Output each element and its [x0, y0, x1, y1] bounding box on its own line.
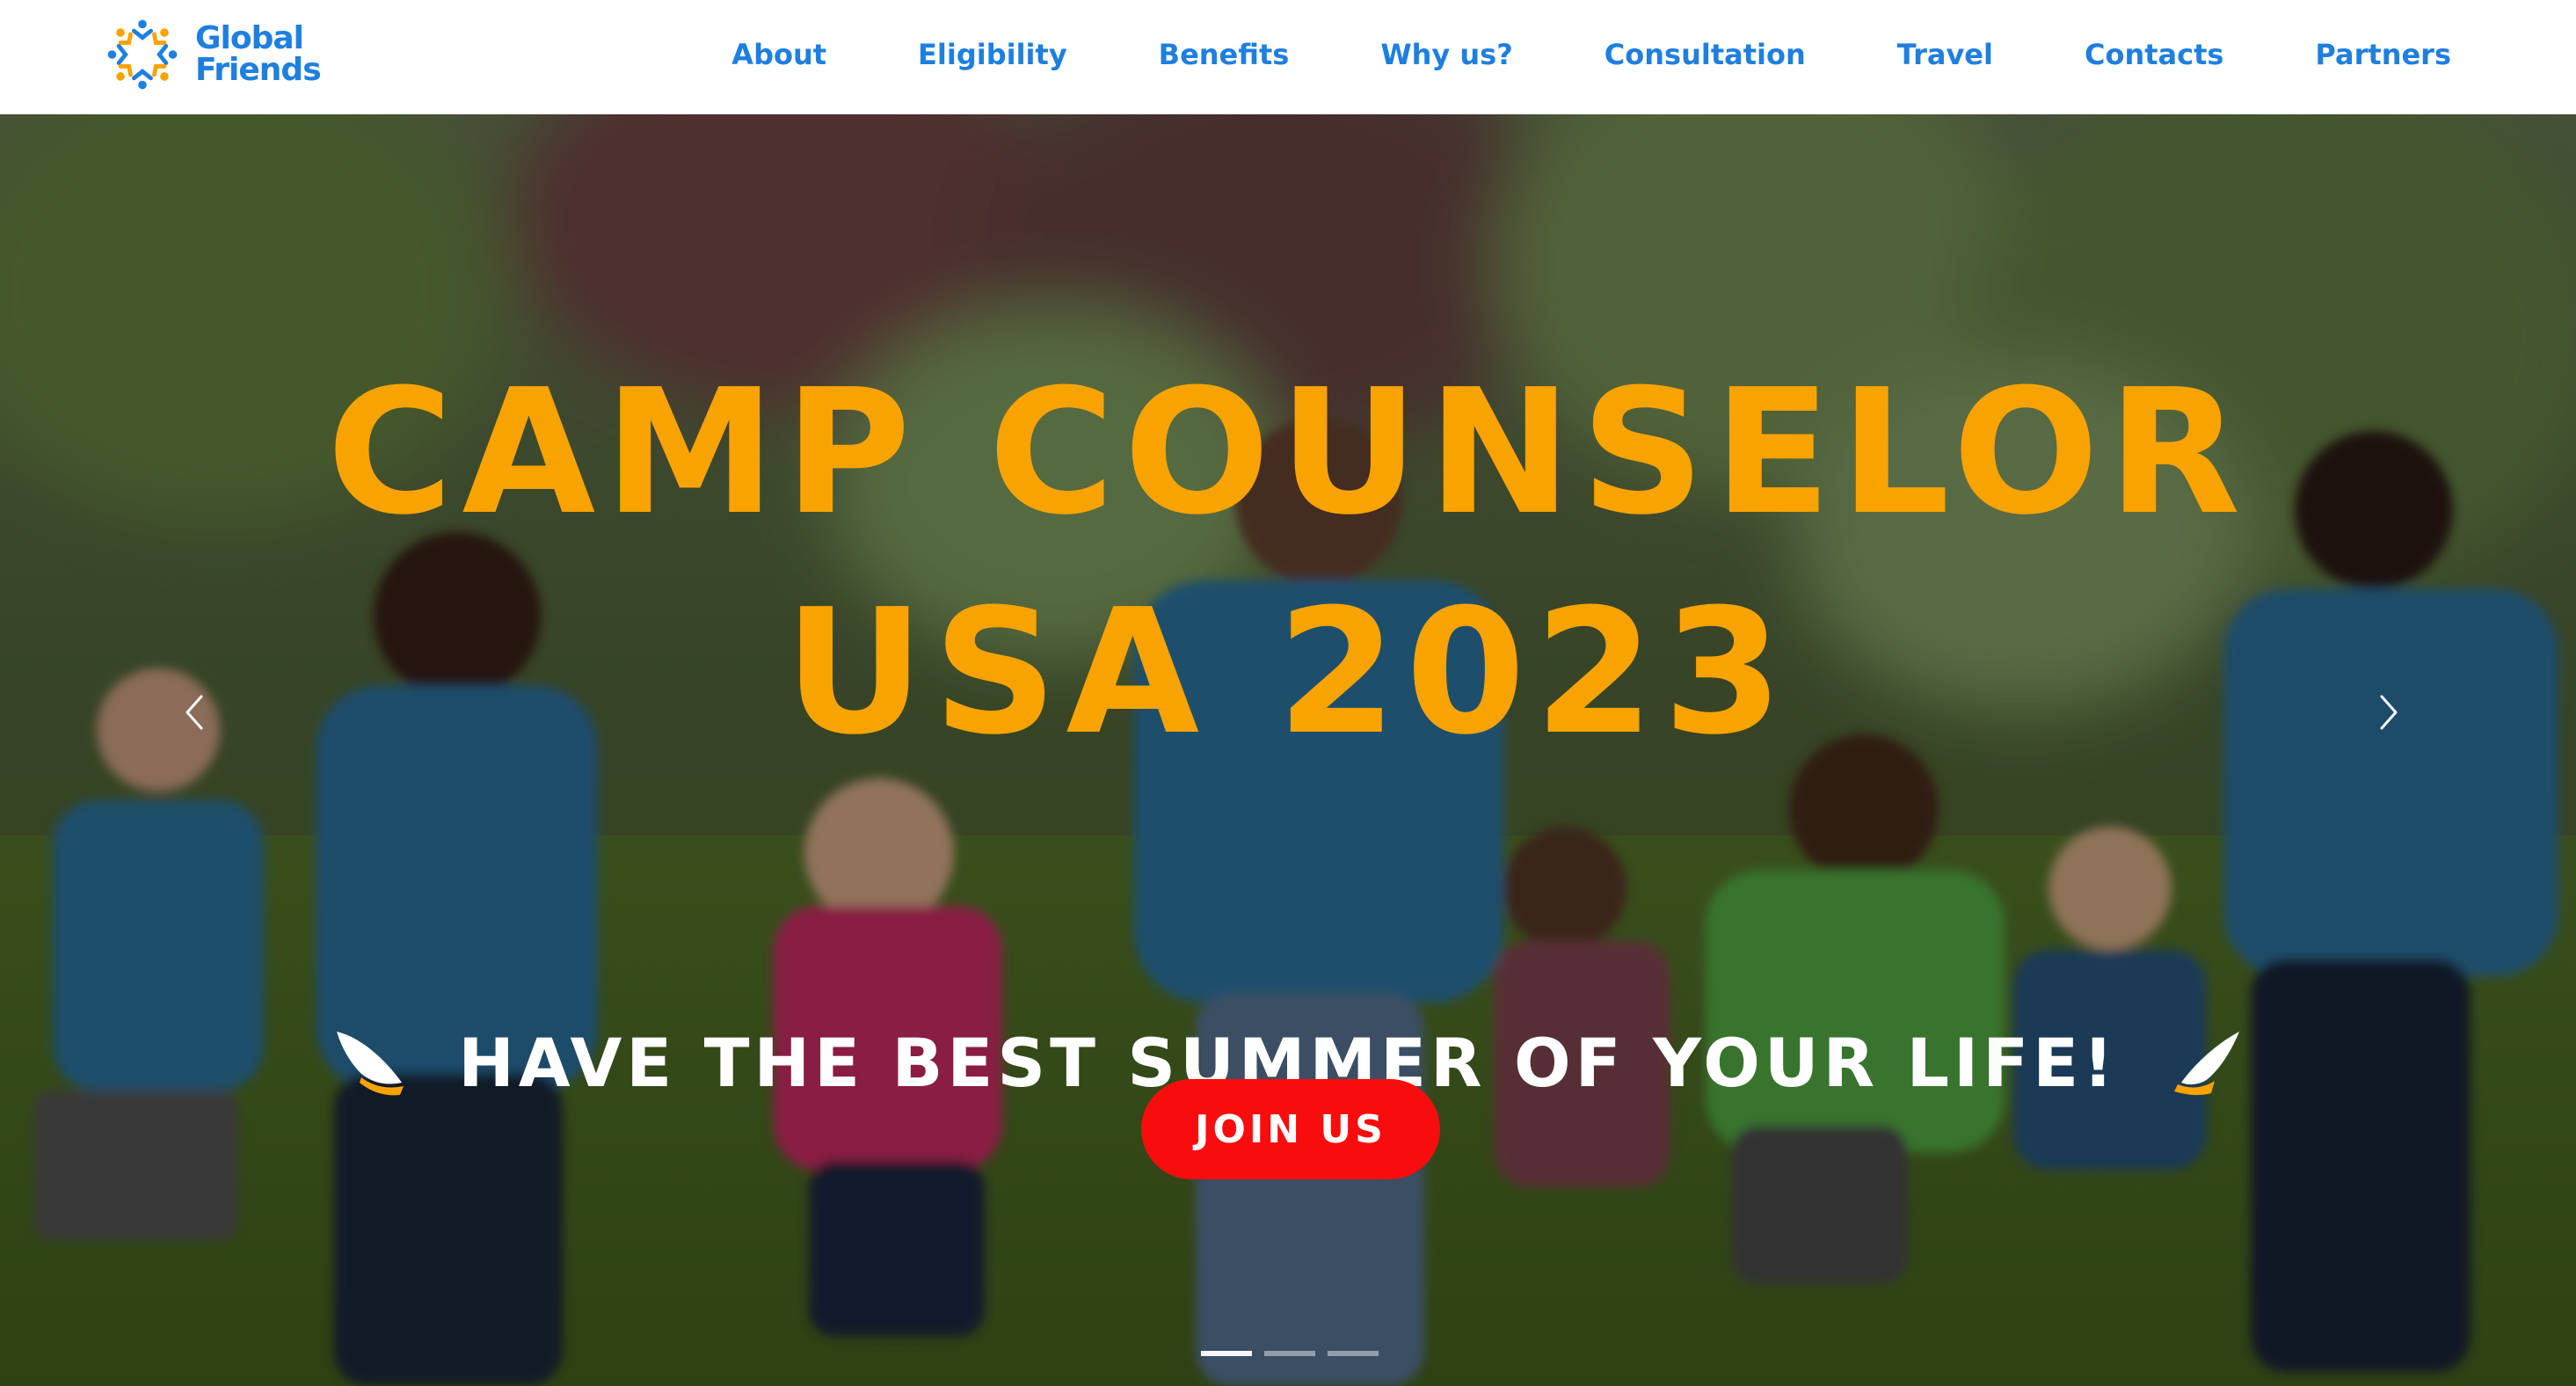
- slider-prev-button[interactable]: [167, 677, 220, 748]
- main-nav: About Eligibility Benefits Why us? Consu…: [731, 0, 2451, 109]
- comet-icon: [337, 1031, 404, 1095]
- slider-dot-1[interactable]: [1201, 1351, 1252, 1356]
- logo-text-line2: Friends: [195, 52, 322, 88]
- logo[interactable]: Global Friends: [100, 11, 322, 98]
- hero-title-line2: USA 2023: [784, 573, 1792, 773]
- nav-about[interactable]: About: [731, 38, 826, 71]
- comet-icon: [2173, 1031, 2239, 1095]
- chevron-right-icon: [2380, 695, 2398, 730]
- nav-contacts[interactable]: Contacts: [2085, 38, 2223, 71]
- nav-benefits[interactable]: Benefits: [1159, 38, 1290, 71]
- logo-wordmark: Global Friends: [195, 20, 322, 88]
- hero-title: CAMP COUNSELOR USA 2023: [0, 343, 2576, 783]
- hero-title-line1: CAMP COUNSELOR: [326, 353, 2250, 553]
- hero-slider: CAMP COUNSELOR USA 2023 HAVE THE BEST SU…: [0, 114, 2576, 1386]
- slider-indicators: [1201, 1351, 1391, 1356]
- slider-dot-2[interactable]: [1264, 1351, 1315, 1356]
- site-header: Global Friends About Eligibility Benefit…: [0, 0, 2576, 114]
- chevron-left-icon: [186, 695, 203, 730]
- slider-dot-3[interactable]: [1328, 1351, 1379, 1356]
- slider-next-button[interactable]: [2363, 677, 2416, 748]
- nav-partners[interactable]: Partners: [2315, 38, 2451, 71]
- people-ring-logo-icon: [107, 19, 178, 90]
- nav-consultation[interactable]: Consultation: [1605, 38, 1806, 71]
- nav-why-us[interactable]: Why us?: [1380, 38, 1512, 71]
- nav-travel[interactable]: Travel: [1897, 38, 1993, 71]
- nav-eligibility[interactable]: Eligibility: [918, 38, 1067, 71]
- join-us-button[interactable]: JOIN US: [1141, 1079, 1440, 1179]
- logo-text-line1: Global: [195, 20, 304, 56]
